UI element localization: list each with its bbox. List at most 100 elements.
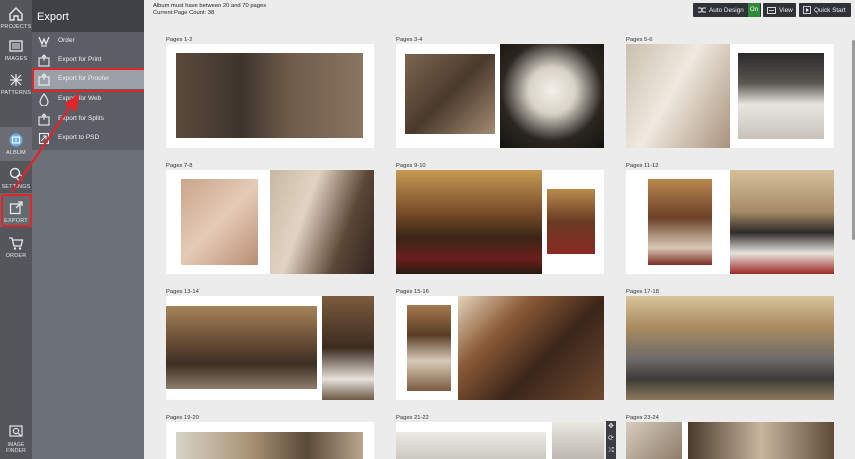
photo [730,170,834,274]
view-label: View [779,6,793,14]
home-icon [9,7,23,21]
image-finder-icon [9,425,23,437]
photo [181,179,258,265]
menu-item-export-splits-label: Export for Splits [58,115,104,122]
auto-design-label: Auto Design [709,6,744,14]
annotation-box-proofer [32,68,146,92]
photo [688,422,834,459]
photo [396,170,542,274]
rail-patterns-label: PATTERNS [0,90,32,96]
spread-label: Pages 23-24 [626,415,659,421]
rail-image-finder-label: IMAGE FINDER [6,442,26,454]
menu-item-export-print-label: Export for Print [58,56,102,63]
photo [458,296,604,400]
web-icon [39,93,49,106]
photo [626,44,730,148]
settings-icon [9,167,23,181]
rail-patterns[interactable]: PATTERNS [0,71,32,96]
spread-pages-17-18[interactable] [626,296,834,400]
cart-icon [9,237,24,250]
menu-item-export-web-label: Export for Web [58,95,102,102]
photo [270,170,374,274]
photo [738,53,824,139]
patterns-icon [10,74,22,86]
album-icon [9,133,23,147]
spread-tools: ✥ ⟳ ⤮ [606,421,616,459]
quick-start-label: Quick Start [814,6,846,14]
spread-label: Pages 13-14 [166,289,199,295]
move-icon[interactable]: ✥ [606,421,616,433]
menu-item-export-splits[interactable]: Export for Splits [32,110,144,129]
spread-label: Pages 15-16 [396,289,429,295]
annotation-box-export [1,194,32,227]
rail-projects[interactable]: PROJECTS [0,5,32,30]
auto-design-on-badge[interactable]: On [748,3,760,17]
spread-pages-23-24[interactable] [626,422,834,459]
psd-icon [38,132,50,145]
menu-item-export-psd[interactable]: Export to PSD [32,129,144,148]
rail-order-label: ORDER [5,253,27,259]
spread-label: Pages 9-10 [396,163,426,169]
spread-label: Pages 5-6 [626,37,653,43]
rail-settings[interactable]: SETTINGS [0,165,32,190]
view-icon [767,6,776,14]
rail-settings-label: SETTINGS [1,184,31,190]
view-button[interactable]: View [763,3,796,17]
spread-label: Pages 17-18 [626,289,659,295]
print-icon [38,54,50,67]
play-icon [803,6,811,14]
spread-pages-5-6[interactable] [626,44,834,148]
photo [648,179,712,265]
spread-pages-1-2[interactable] [166,44,374,148]
menu-item-order-label: Order [58,37,75,44]
spread-pages-9-10[interactable] [396,170,604,274]
photo [552,422,604,459]
rotate-icon[interactable]: ⟳ [606,433,616,445]
spread-label: Pages 21-22 [396,415,429,421]
photo [500,44,604,148]
spread-label: Pages 19-20 [166,415,199,421]
spread-pages-19-20[interactable] [166,422,374,459]
spread-pages-3-4[interactable] [396,44,604,148]
photo [166,306,317,389]
rail-album-label: ALBUM [6,150,26,156]
photo [547,189,595,254]
nav-rail: PROJECTS IMAGES PATTERNS ALBUM SETTINGS … [0,0,32,459]
page-count: Current Page Count: 38 [153,10,215,16]
spread-pages-15-16[interactable] [396,296,604,400]
spread-pages-7-8[interactable] [166,170,374,274]
main-area: Album must have between 20 and 70 pages … [144,0,855,459]
shuffle-icon [698,7,706,13]
panel-header: Export [32,0,144,32]
menu-item-export-psd-label: Export to PSD [58,134,100,141]
rail-album[interactable]: ALBUM [0,131,32,156]
spread-label: Pages 11-12 [626,163,659,169]
spread-pages-21-22[interactable] [396,422,604,459]
photo [626,296,834,400]
panel-title: Export [37,11,69,23]
spread-label: Pages 7-8 [166,163,193,169]
menu-item-order[interactable]: Order [32,32,144,51]
rail-images[interactable]: IMAGES [0,37,32,62]
photo [405,54,495,134]
spread-label: Pages 3-4 [396,37,423,43]
photo [407,305,451,391]
quick-start-button[interactable]: Quick Start [799,3,851,17]
photo [176,432,363,459]
page-range-info: Album must have between 20 and 70 pages [153,3,267,9]
rail-image-finder[interactable]: IMAGE FINDER [0,423,32,454]
photo [396,432,546,459]
photo [626,422,682,459]
splits-icon [38,113,50,126]
spread-pages-11-12[interactable] [626,170,834,274]
images-icon [9,40,23,52]
rail-images-label: IMAGES [4,56,28,62]
photo [176,53,363,138]
rail-projects-label: PROJECTS [0,24,32,30]
spread-pages-13-14[interactable] [166,296,374,400]
rail-order[interactable]: ORDER [0,234,32,259]
shuffle-spread-icon[interactable]: ⤮ [606,445,616,457]
spread-label: Pages 1-2 [166,37,193,43]
menu-item-export-web[interactable]: Export for Web [32,90,144,109]
order-icon [38,36,50,47]
